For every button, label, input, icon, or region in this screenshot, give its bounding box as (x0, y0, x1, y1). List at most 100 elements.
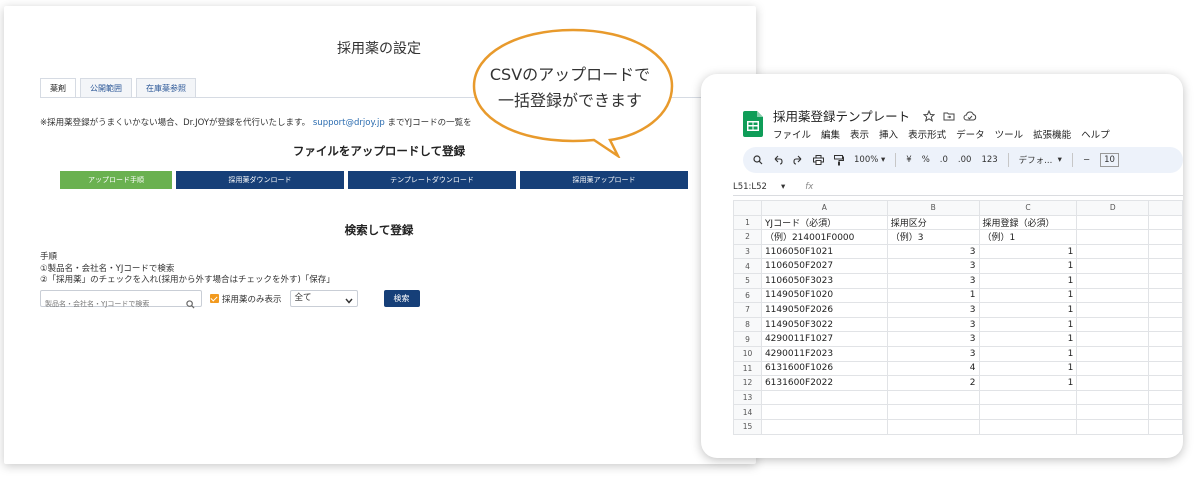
cell-e[interactable] (1148, 316, 1183, 333)
menu-format[interactable]: 表示形式 (908, 127, 946, 141)
cell-c[interactable]: 1 (978, 375, 1078, 391)
cell-c[interactable]: （例）1 (978, 229, 1078, 245)
cloud-status-icon[interactable] (963, 107, 977, 126)
cell-c[interactable] (978, 404, 1078, 420)
cell-c[interactable]: 1 (978, 360, 1078, 377)
tab-stock-reference[interactable]: 在庫薬参照 (136, 78, 196, 98)
cell-e[interactable] (1148, 375, 1183, 391)
row-number[interactable]: 15 (733, 418, 762, 435)
search-icon[interactable] (186, 294, 195, 313)
column-header-d[interactable]: D (1076, 200, 1150, 216)
cell-d[interactable] (1076, 302, 1150, 318)
cell-a[interactable]: 1106050F1021 (760, 243, 888, 260)
cell-b[interactable]: 3 (886, 331, 980, 347)
column-header-c[interactable]: C (978, 200, 1078, 216)
increase-decimal-button[interactable]: .00 (958, 155, 972, 165)
cell-c[interactable]: 1 (978, 258, 1078, 274)
cell-e[interactable] (1148, 345, 1183, 362)
cell-e[interactable] (1148, 404, 1183, 420)
cell-c[interactable]: 1 (978, 345, 1078, 362)
cell-d[interactable] (1076, 316, 1150, 333)
cell-b[interactable]: 3 (886, 345, 980, 362)
cell-b[interactable]: （例）3 (886, 229, 980, 245)
cell-a[interactable]: 6131600F2022 (760, 375, 888, 391)
star-icon[interactable] (922, 107, 936, 126)
cell-c[interactable]: 1 (978, 243, 1078, 260)
menu-edit[interactable]: 編集 (821, 127, 840, 141)
cell-c[interactable] (978, 418, 1078, 435)
cell-d[interactable] (1076, 272, 1150, 289)
cell-a[interactable]: YJコード（必須） (760, 214, 888, 231)
upload-guide-button[interactable]: アップロード手順 (60, 171, 172, 189)
cell-d[interactable] (1076, 258, 1150, 274)
cell-b[interactable]: 3 (886, 258, 980, 274)
adopted-only-checkbox[interactable] (210, 294, 219, 303)
cell-c[interactable]: 1 (978, 272, 1078, 289)
cell-a[interactable] (760, 389, 888, 406)
cell-b[interactable] (886, 404, 980, 420)
menu-help[interactable]: ヘルプ (1081, 127, 1110, 141)
row-number[interactable]: 4 (733, 258, 762, 274)
cell-b[interactable]: 3 (886, 316, 980, 333)
cell-e[interactable] (1148, 418, 1183, 435)
row-number[interactable]: 13 (733, 389, 762, 406)
row-number[interactable]: 3 (733, 243, 762, 260)
cell-a[interactable]: 1106050F3023 (760, 272, 888, 289)
cell-b[interactable]: 4 (886, 360, 980, 377)
menu-tools[interactable]: ツール (995, 127, 1024, 141)
filter-select[interactable]: 全て (289, 290, 358, 307)
cell-b[interactable]: 2 (886, 375, 980, 391)
cell-e[interactable] (1148, 258, 1183, 274)
cell-e[interactable] (1148, 229, 1183, 245)
menu-extensions[interactable]: 拡張機能 (1033, 127, 1071, 141)
row-number[interactable]: 14 (733, 404, 762, 420)
corner-cell[interactable] (733, 200, 762, 216)
cell-a[interactable]: 1149050F2026 (760, 302, 888, 318)
font-size-decrease-button[interactable]: − (1083, 155, 1090, 165)
cell-c[interactable]: 採用登録（必須） (978, 214, 1078, 231)
row-number[interactable]: 7 (733, 302, 762, 318)
cell-c[interactable]: 1 (978, 287, 1078, 304)
cell-b[interactable]: 3 (886, 243, 980, 260)
cell-d[interactable] (1076, 331, 1150, 347)
redo-icon[interactable] (793, 155, 803, 165)
row-number[interactable]: 1 (733, 214, 762, 231)
cell-c[interactable]: 1 (978, 331, 1078, 347)
print-icon[interactable] (813, 155, 824, 165)
menu-view[interactable]: 表示 (850, 127, 869, 141)
cell-b[interactable]: 3 (886, 272, 980, 289)
drug-download-button[interactable]: 採用薬ダウンロード (176, 171, 344, 189)
cell-b[interactable] (886, 418, 980, 435)
row-number[interactable]: 12 (733, 375, 762, 391)
cell-a[interactable]: 4290011F1027 (760, 331, 888, 347)
paint-format-icon[interactable] (834, 154, 844, 166)
cell-b[interactable]: 1 (886, 287, 980, 304)
search-button[interactable]: 検索 (383, 290, 420, 307)
template-download-button[interactable]: テンプレートダウンロード (348, 171, 516, 189)
cell-e[interactable] (1148, 287, 1183, 304)
row-number[interactable]: 6 (733, 287, 762, 304)
cell-d[interactable] (1076, 229, 1150, 245)
cell-d[interactable] (1076, 375, 1150, 391)
undo-icon[interactable] (773, 155, 783, 165)
zoom-select[interactable]: 100% ▾ (854, 155, 885, 165)
name-box[interactable]: L51:L52 (733, 182, 767, 192)
cell-a[interactable] (760, 418, 888, 435)
font-select[interactable]: デフォ... ▾ (1019, 154, 1062, 166)
cell-c[interactable]: 1 (978, 302, 1078, 318)
cell-d[interactable] (1076, 287, 1150, 304)
move-folder-icon[interactable] (943, 107, 955, 126)
menu-file[interactable]: ファイル (773, 127, 811, 141)
cell-c[interactable]: 1 (978, 316, 1078, 333)
percent-format-button[interactable]: % (922, 155, 930, 165)
cell-d[interactable] (1076, 345, 1150, 362)
cell-e[interactable] (1148, 302, 1183, 318)
cell-d[interactable] (1076, 404, 1150, 420)
column-header-b[interactable]: B (886, 200, 980, 216)
cell-d[interactable] (1076, 243, 1150, 260)
font-size-input[interactable]: 10 (1100, 153, 1119, 167)
cell-a[interactable]: 1106050F2027 (760, 258, 888, 274)
search-menus-icon[interactable] (753, 155, 763, 165)
cell-e[interactable] (1148, 214, 1183, 231)
row-number[interactable]: 9 (733, 331, 762, 347)
